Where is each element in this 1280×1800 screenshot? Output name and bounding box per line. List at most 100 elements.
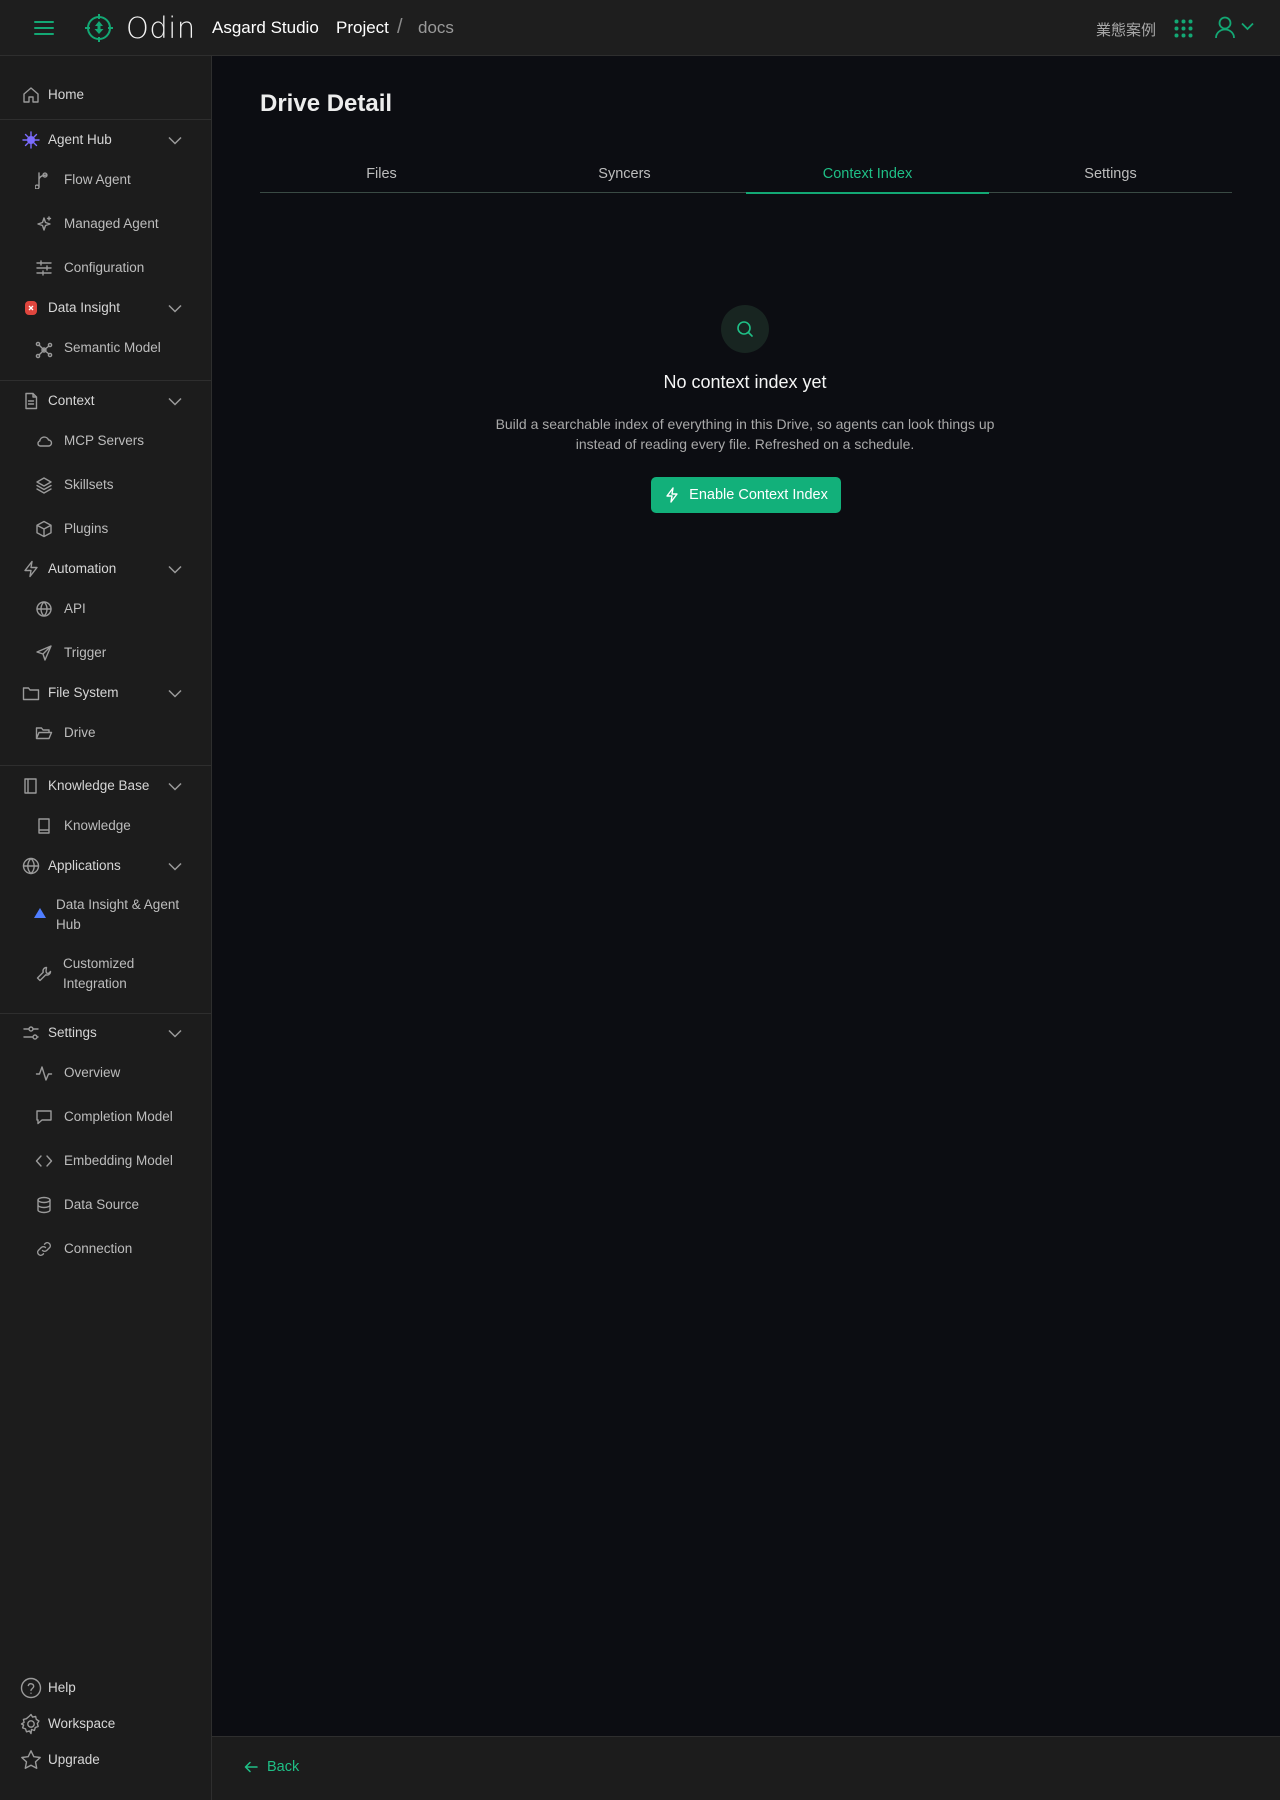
empty-state-description-line: instead of reading every file. Refreshed… — [575, 436, 915, 452]
empty-state-description-line: Build a searchable index of everything i… — [495, 416, 995, 432]
sidebar-section-label: Agent Hub — [48, 132, 112, 147]
sidebar-item-configuration[interactable]: Configuration — [0, 257, 211, 279]
tab-context-index[interactable]: Context Index — [746, 166, 989, 194]
sidebar-item-label: Plugins — [64, 521, 109, 536]
breadcrumb-project[interactable]: Project — [336, 18, 389, 38]
sidebar-item-label: Semantic Model — [64, 340, 161, 355]
footer-bar: Back — [212, 1736, 1280, 1800]
sidebar-item-flow-agent[interactable]: Flow Agent — [0, 169, 211, 191]
empty-state-title: No context index yet — [663, 372, 827, 392]
chevron-down-icon[interactable] — [168, 304, 182, 313]
sidebar-item-plugins[interactable]: Plugins — [0, 518, 211, 540]
document-icon — [25, 392, 38, 410]
chat-bubble-icon — [36, 1110, 52, 1125]
sidebar-item-knowledge[interactable]: Knowledge — [0, 815, 211, 837]
folder-open-icon — [35, 727, 53, 740]
sidebar-item-label: Overview — [64, 1065, 121, 1080]
studio-name[interactable]: Asgard Studio — [212, 18, 319, 38]
sidebar-item-label: Managed Agent — [64, 216, 159, 231]
enable-context-index-button[interactable]: Enable Context Index — [651, 477, 841, 513]
sidebar-section-context[interactable]: Context — [0, 390, 211, 412]
flow-icon — [35, 172, 48, 189]
sidebar-item-completion-model[interactable]: Completion Model — [0, 1106, 211, 1128]
search-icon — [737, 321, 753, 337]
user-icon[interactable] — [1214, 16, 1236, 39]
wrench-icon — [36, 966, 52, 982]
sidebar-section-settings[interactable]: Settings — [0, 1022, 211, 1044]
tab-files[interactable]: Files — [260, 166, 503, 193]
sidebar-item-overview[interactable]: Overview — [0, 1062, 211, 1084]
chevron-down-icon[interactable] — [168, 397, 182, 406]
sidebar-item-label: Data Insight & Agent — [56, 897, 180, 912]
sidebar-section-applications[interactable]: Applications — [0, 855, 211, 877]
sidebar-section-knowledge-base[interactable]: Knowledge Base — [0, 775, 211, 797]
activity-icon — [35, 1066, 53, 1081]
sidebar-section-file-system[interactable]: File System — [0, 682, 211, 704]
sidebar-section-agent-hub[interactable]: Agent Hub — [0, 129, 211, 151]
menu-icon[interactable] — [33, 18, 55, 38]
sidebar-item-data-insight-agent-hub[interactable]: Data Insight & Agent Hub — [0, 894, 211, 936]
sidebar-item-label: Help — [48, 1680, 76, 1695]
sidebar-item-workspace[interactable]: Workspace — [0, 1712, 211, 1736]
sidebar-item-label: Trigger — [64, 645, 107, 660]
chevron-down-icon[interactable] — [168, 565, 182, 574]
chevron-down-icon[interactable] — [168, 1029, 182, 1038]
chevron-down-icon[interactable] — [168, 689, 182, 698]
sidebar-item-label: Upgrade — [48, 1752, 100, 1767]
sidebar-item-skillsets[interactable]: Skillsets — [0, 474, 211, 496]
sidebar-item-api[interactable]: API — [0, 598, 211, 620]
industry-cases-link[interactable]: 業態案例 — [1096, 19, 1156, 40]
sidebar-section-data-insight[interactable]: Data Insight — [0, 297, 211, 319]
send-icon — [36, 645, 52, 661]
sidebar-item-label: Hub — [56, 917, 81, 932]
sidebar-item-label: Flow Agent — [64, 172, 131, 187]
sidebar-item-label: API — [64, 601, 86, 616]
sidebar-item-connection[interactable]: Connection — [0, 1238, 211, 1260]
sidebar-item-upgrade[interactable]: Upgrade — [0, 1748, 211, 1772]
lightning-icon — [24, 560, 38, 578]
sidebar-item-embedding-model[interactable]: Embedding Model — [0, 1150, 211, 1172]
layers-icon — [36, 477, 52, 494]
logo-text: Odin — [126, 11, 196, 45]
sidebar-section-automation[interactable]: Automation — [0, 558, 211, 580]
book-icon — [24, 778, 37, 794]
star-icon — [21, 1750, 41, 1769]
top-header: Odin Asgard Studio Project / docs 業態案例 — [0, 0, 1280, 56]
sidebar-item-label: Data Source — [64, 1197, 140, 1212]
lightning-icon — [666, 487, 678, 503]
folder-icon — [22, 687, 40, 701]
tab-bar: Files Syncers Context Index Settings — [260, 162, 1232, 194]
sidebar-item-trigger[interactable]: Trigger — [0, 642, 211, 664]
sidebar-item-home[interactable]: Home — [0, 84, 211, 106]
chevron-down-icon[interactable] — [168, 136, 182, 145]
sidebar-item-label: Workspace — [48, 1716, 116, 1731]
sidebar-item-data-source[interactable]: Data Source — [0, 1194, 211, 1216]
database-icon — [37, 1196, 51, 1214]
sidebar-item-managed-agent[interactable]: Managed Agent — [0, 213, 211, 235]
sidebar-item-label: Home — [48, 87, 85, 102]
sidebar-item-customized-integration[interactable]: Customized Integration — [0, 953, 211, 995]
sidebar-item-label: Configuration — [64, 260, 145, 275]
sidebar-item-semantic-model[interactable]: Semantic Model — [0, 337, 211, 359]
sidebar-item-mcp-servers[interactable]: MCP Servers — [0, 430, 211, 452]
empty-state-badge — [721, 305, 769, 353]
divider — [0, 765, 211, 766]
triangle-app-icon — [34, 908, 46, 918]
chevron-down-icon[interactable] — [1241, 22, 1254, 31]
sidebar-item-drive[interactable]: Drive — [0, 722, 211, 744]
back-button[interactable]: Back — [244, 1759, 299, 1775]
odin-logo-icon — [85, 14, 113, 42]
cloud-icon — [37, 436, 53, 447]
chevron-down-icon[interactable] — [168, 862, 182, 871]
sidebar-section-label: Applications — [48, 858, 121, 873]
chevron-down-icon[interactable] — [168, 782, 182, 791]
divider — [0, 1013, 211, 1014]
notebook-icon — [38, 818, 50, 834]
help-icon — [20, 1677, 42, 1699]
sidebar-item-label: Connection — [64, 1241, 133, 1256]
sidebar-item-help[interactable]: Help — [0, 1676, 211, 1700]
apps-grid-icon[interactable] — [1174, 19, 1193, 38]
sidebar-item-label: Customized — [63, 956, 135, 971]
tab-settings[interactable]: Settings — [989, 166, 1232, 193]
tab-syncers[interactable]: Syncers — [503, 166, 746, 193]
